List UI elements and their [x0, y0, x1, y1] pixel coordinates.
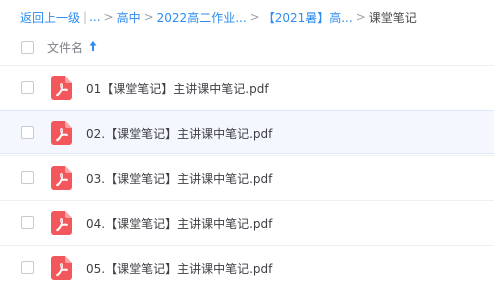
file-row[interactable]: 01【课堂笔记】主讲课中笔记.pdf: [0, 65, 494, 109]
pdf-file-icon: [51, 211, 72, 235]
pdf-file-icon: [51, 166, 72, 190]
row-checkbox[interactable]: [21, 126, 34, 139]
arrow-up-icon[interactable]: [88, 39, 98, 53]
breadcrumb-separator: >: [103, 10, 114, 24]
breadcrumb-item-summer[interactable]: 【2021暑】高...: [263, 9, 353, 26]
back-link[interactable]: 返回上一级: [20, 9, 80, 26]
breadcrumb-ellipsis[interactable]: ...: [89, 10, 100, 24]
pdf-file-icon: [51, 121, 72, 145]
file-browser: 返回上一级 | ... > 高中 > 2022高二作业... > 【2021暑】…: [0, 0, 494, 297]
column-header-filename[interactable]: 文件名: [47, 39, 83, 56]
row-checkbox[interactable]: [21, 261, 34, 274]
file-name[interactable]: 05.【课堂笔记】主讲课中笔记.pdf: [86, 260, 272, 277]
breadcrumb-separator: >: [249, 10, 260, 24]
file-name[interactable]: 01【课堂笔记】主讲课中笔记.pdf: [86, 80, 269, 97]
row-checkbox[interactable]: [21, 81, 34, 94]
breadcrumb-current: 课堂笔记: [368, 10, 417, 25]
file-name[interactable]: 04.【课堂笔记】主讲课中笔记.pdf: [86, 215, 272, 232]
select-all-checkbox[interactable]: [21, 41, 34, 54]
pdf-file-icon: [51, 256, 72, 280]
file-row[interactable]: 03.【课堂笔记】主讲课中笔记.pdf: [0, 155, 494, 199]
pdf-file-icon: [51, 76, 72, 100]
row-checkbox[interactable]: [21, 171, 34, 184]
breadcrumb-divider: |: [83, 10, 88, 24]
breadcrumb-item-homework[interactable]: 2022高二作业...: [157, 9, 247, 26]
file-row[interactable]: 02.【课堂笔记】主讲课中笔记.pdf: [0, 110, 494, 154]
file-name[interactable]: 02.【课堂笔记】主讲课中笔记.pdf: [86, 125, 272, 142]
breadcrumb-item-gaozhong[interactable]: 高中: [117, 9, 141, 26]
breadcrumb-separator: >: [355, 10, 366, 24]
list-header: 文件名: [0, 35, 494, 59]
breadcrumb: 返回上一级 | ... > 高中 > 2022高二作业... > 【2021暑】…: [20, 7, 417, 27]
row-checkbox[interactable]: [21, 216, 34, 229]
file-row[interactable]: 04.【课堂笔记】主讲课中笔记.pdf: [0, 200, 494, 244]
breadcrumb-separator: >: [143, 10, 154, 24]
file-row[interactable]: 05.【课堂笔记】主讲课中笔记.pdf: [0, 245, 494, 289]
file-name[interactable]: 03.【课堂笔记】主讲课中笔记.pdf: [86, 170, 272, 187]
